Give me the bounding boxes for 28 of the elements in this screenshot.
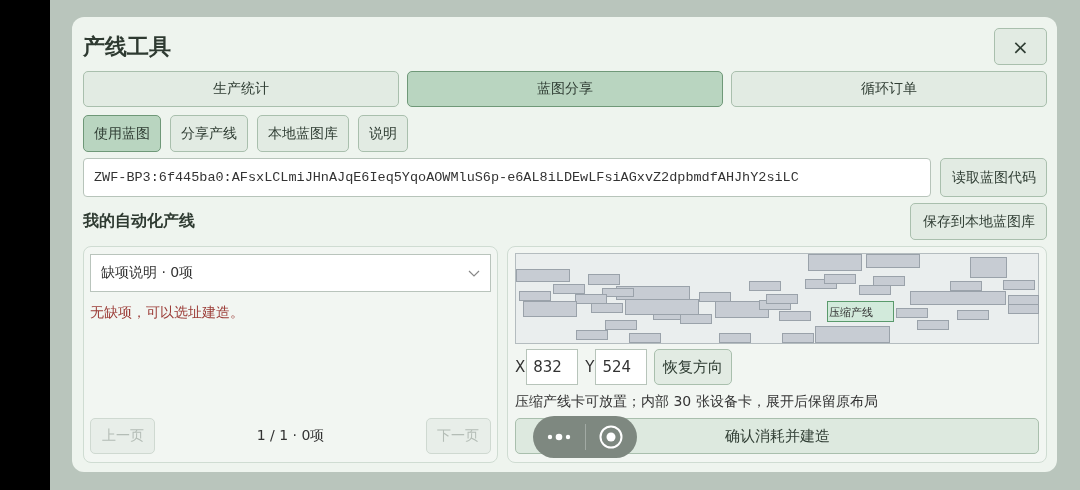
read-code-button[interactable]: 读取蓝图代码 [940,158,1047,197]
sub-tab[interactable]: 本地蓝图库 [257,115,349,152]
more-icon [546,433,571,441]
sub-tab[interactable]: 使用蓝图 [83,115,161,152]
tab[interactable]: 循环订单 [731,71,1047,107]
blueprint-code-field[interactable]: ZWF-BP3:6f445ba0:AFsxLCLmiJHnAJqE6Ieq5YqoAOWMluS6p-e6AL8iLDEwLFsiAGxvZ2dpbmdfAHJhY2siLC [83,158,931,197]
placement-note: 压缩产线卡可放置；内部 30 张设备卡，展开后保留原布局 [515,393,879,411]
save-local-button[interactable]: 保存到本地蓝图库 [910,203,1047,240]
tab[interactable]: 生产统计 [83,71,399,107]
missing-items-dropdown[interactable]: 缺项说明 · 0项 [90,254,491,292]
card-label: 压缩产线 [829,306,873,319]
reset-direction-button[interactable]: 恢复方向 [654,349,733,385]
chevron-down-icon [468,269,480,277]
x-label: X [515,358,526,376]
status-message: 无缺项，可以选址建造。 [90,304,245,322]
sub-tab[interactable]: 分享产线 [170,115,248,152]
target-icon [599,425,624,449]
tab[interactable]: 蓝图分享 [407,71,723,107]
y-label: Y [585,358,595,376]
dialog-title: 产线工具 [83,32,171,61]
capsule-menu-button[interactable] [533,416,637,458]
compressed-line-card[interactable] [827,301,894,322]
x-coordinate-field[interactable]: 832 [526,349,579,385]
y-coordinate-field[interactable]: 524 [595,349,648,385]
close-button[interactable]: × [994,28,1047,65]
sub-tab[interactable]: 说明 [358,115,408,152]
page-info: 1 / 1 · 0项 [256,427,325,445]
section-title: 我的自动化产线 [83,211,195,232]
